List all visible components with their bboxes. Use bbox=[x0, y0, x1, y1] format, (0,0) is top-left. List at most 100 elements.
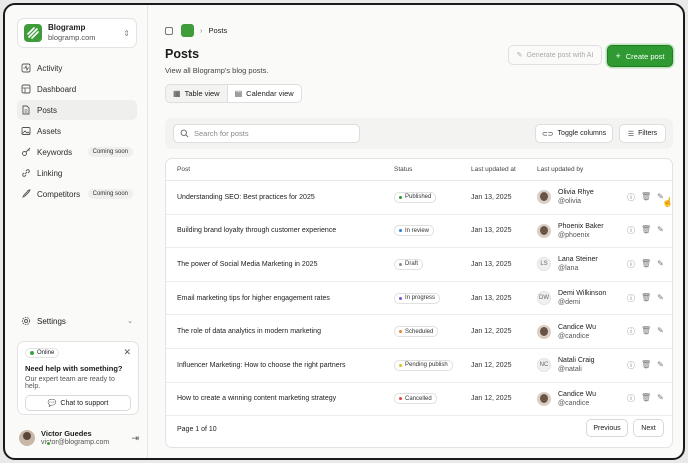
post-title[interactable]: Influencer Marketing: How to choose the … bbox=[177, 362, 345, 369]
status-badge: Published bbox=[394, 191, 437, 203]
post-title[interactable]: The power of Social Media Marketing in 2… bbox=[177, 261, 317, 268]
tab-calendar-view[interactable]: ▤ Calendar view bbox=[228, 85, 301, 102]
magic-wand-icon: ✎ bbox=[516, 52, 523, 59]
avatar: DW bbox=[537, 291, 551, 306]
info-icon[interactable]: ⓘ bbox=[627, 225, 635, 236]
online-status-badge: Online bbox=[25, 348, 60, 358]
user-handle: @candice bbox=[558, 399, 590, 407]
search-input[interactable] bbox=[194, 129, 354, 138]
dashboard-icon bbox=[21, 84, 31, 94]
avatar bbox=[537, 324, 551, 339]
sidebar-item-label: Dashboard bbox=[37, 84, 77, 94]
user-handle: @phoenix bbox=[558, 231, 590, 239]
edit-icon[interactable]: ✎ bbox=[657, 326, 664, 337]
table-row[interactable]: Email marketing tips for higher engageme… bbox=[166, 282, 672, 316]
help-title: Need help with something? bbox=[25, 364, 123, 373]
tab-table-view[interactable]: ▦ Table view bbox=[166, 85, 228, 102]
table-row[interactable]: Influencer Marketing: How to choose the … bbox=[166, 349, 672, 383]
column-header-updated-by[interactable]: Last updated by bbox=[537, 159, 583, 180]
trash-icon[interactable]: 🗑 bbox=[641, 293, 651, 304]
avatar-initials: NC bbox=[539, 362, 549, 369]
create-post-button[interactable]: + Create post bbox=[607, 45, 673, 67]
toggle-columns-button[interactable]: ⊂⊃ Toggle columns bbox=[535, 124, 613, 143]
sidebar-item-assets[interactable]: Assets bbox=[17, 121, 137, 141]
table-row[interactable]: The role of data analytics in modern mar… bbox=[166, 315, 672, 349]
sidebar-item-linking[interactable]: Linking bbox=[17, 163, 137, 183]
sidebar-nav: Activity Dashboard Posts Assets Keywords… bbox=[17, 58, 137, 205]
edit-icon[interactable]: ✎ bbox=[657, 360, 664, 371]
sidebar-item-activity[interactable]: Activity bbox=[17, 58, 137, 78]
table-icon: ▦ bbox=[173, 89, 181, 98]
table-row[interactable]: Understanding SEO: Best practices for 20… bbox=[166, 181, 672, 215]
chat-to-support-button[interactable]: 💬 Chat to support bbox=[25, 395, 131, 411]
trash-icon[interactable]: 🗑 bbox=[641, 225, 651, 236]
sidebar-item-dashboard[interactable]: Dashboard bbox=[17, 79, 137, 99]
filters-button[interactable]: ☰ Filters bbox=[619, 124, 666, 143]
info-icon[interactable]: ⓘ bbox=[627, 393, 635, 404]
next-page-button[interactable]: Next bbox=[633, 419, 664, 437]
trash-icon[interactable]: 🗑 bbox=[641, 326, 651, 337]
post-title[interactable]: How to create a winning content marketin… bbox=[177, 395, 336, 402]
column-header-status[interactable]: Status bbox=[394, 159, 412, 180]
status-label: Draft bbox=[405, 261, 419, 268]
column-header-post[interactable]: Post bbox=[177, 159, 190, 180]
post-title[interactable]: Building brand loyalty through customer … bbox=[177, 227, 336, 234]
hand-cursor-icon: ☝ bbox=[662, 197, 673, 207]
breadcrumb: › Posts bbox=[165, 24, 227, 37]
posts-table: Post Status Last updated at Last updated… bbox=[165, 158, 673, 448]
edit-icon[interactable]: ✎ bbox=[657, 293, 664, 304]
info-icon[interactable]: ⓘ bbox=[627, 326, 635, 337]
updated-date: Jan 13, 2025 bbox=[471, 294, 512, 302]
user-handle: @candice bbox=[558, 332, 590, 340]
user-name: Olivia Rhye bbox=[558, 189, 594, 197]
column-header-updated-at[interactable]: Last updated at bbox=[471, 159, 516, 180]
sidebar: Blogramp blogramp.com ⇕ Activity Dashboa… bbox=[5, 5, 148, 458]
post-title[interactable]: Email marketing tips for higher engageme… bbox=[177, 295, 330, 302]
info-icon[interactable]: ⓘ bbox=[627, 259, 635, 270]
workspace-switcher[interactable]: Blogramp blogramp.com ⇕ bbox=[17, 18, 137, 48]
user-name: Candice Wu bbox=[558, 390, 597, 398]
edit-icon[interactable]: ✎ bbox=[657, 259, 664, 270]
edit-icon[interactable]: ✎ bbox=[657, 393, 664, 404]
app-window: Blogramp blogramp.com ⇕ Activity Dashboa… bbox=[3, 3, 685, 460]
trash-icon[interactable]: 🗑 bbox=[641, 192, 651, 203]
previous-page-button[interactable]: Previous bbox=[586, 419, 628, 437]
blogramp-logo-icon[interactable] bbox=[181, 24, 194, 37]
help-subtitle: Our expert team are ready to help. bbox=[25, 376, 115, 390]
status-label: Pending publish bbox=[405, 362, 448, 369]
info-icon[interactable]: ⓘ bbox=[627, 293, 635, 304]
post-title[interactable]: The role of data analytics in modern mar… bbox=[177, 328, 321, 335]
trash-icon[interactable]: 🗑 bbox=[641, 360, 651, 371]
updated-date: Jan 12, 2025 bbox=[471, 361, 512, 369]
table-row[interactable]: Building brand loyalty through customer … bbox=[166, 215, 672, 249]
user-email: victor@blogramp.com bbox=[41, 439, 110, 446]
sidebar-item-settings[interactable]: Settings ⌄ bbox=[17, 313, 137, 329]
user-profile[interactable]: Victor Guedes victor@blogramp.com ⇥ bbox=[19, 429, 139, 447]
trash-icon[interactable]: 🗑 bbox=[641, 393, 651, 404]
help-card: Online ✕ Need help with something? Our e… bbox=[17, 341, 139, 415]
user-handle: @demi bbox=[558, 299, 581, 307]
sidebar-item-label: Competitors bbox=[37, 189, 81, 199]
edit-icon[interactable]: ✎ bbox=[657, 225, 664, 236]
status-dot bbox=[399, 330, 402, 334]
trash-icon[interactable]: 🗑 bbox=[641, 259, 651, 270]
close-icon[interactable]: ✕ bbox=[123, 347, 131, 358]
coming-soon-badge: Coming soon bbox=[87, 189, 133, 199]
search-icon bbox=[180, 129, 189, 138]
status-badge: Draft bbox=[394, 258, 424, 270]
sidebar-toggle-icon[interactable] bbox=[165, 26, 173, 35]
logout-icon[interactable]: ⇥ bbox=[131, 433, 139, 444]
image-icon bbox=[21, 126, 31, 136]
chat-icon: 💬 bbox=[47, 400, 57, 407]
avatar bbox=[537, 391, 551, 406]
status-dot bbox=[399, 229, 402, 233]
view-switcher: ▦ Table view ▤ Calendar view bbox=[165, 84, 302, 103]
info-icon[interactable]: ⓘ bbox=[627, 192, 635, 203]
sidebar-item-posts[interactable]: Posts bbox=[17, 100, 137, 120]
info-icon[interactable]: ⓘ bbox=[627, 360, 635, 371]
post-title[interactable]: Understanding SEO: Best practices for 20… bbox=[177, 194, 315, 201]
generate-post-ai-button[interactable]: ✎ Generate post with AI bbox=[508, 45, 602, 65]
sidebar-item-competitors[interactable]: Competitors Coming soon bbox=[17, 184, 137, 204]
sidebar-item-keywords[interactable]: Keywords Coming soon bbox=[17, 142, 137, 162]
table-row[interactable]: The power of Social Media Marketing in 2… bbox=[166, 248, 672, 282]
